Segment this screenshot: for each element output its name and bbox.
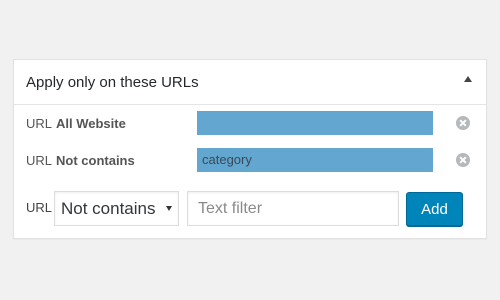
panel-header: Apply only on these URLs xyxy=(14,60,486,105)
condition-select-value: Not contains xyxy=(61,198,156,218)
panel-title: Apply only on these URLs xyxy=(26,73,199,91)
rule-value-field[interactable]: category xyxy=(197,148,433,172)
remove-rule-icon[interactable] xyxy=(456,116,470,130)
toggle-panel-icon[interactable] xyxy=(464,76,472,82)
rule-condition-label: Not contains xyxy=(56,152,135,168)
chevron-down-icon xyxy=(166,206,172,211)
condition-select[interactable]: Not contains xyxy=(54,191,179,226)
add-rule-row: URL Not contains Add xyxy=(14,191,486,227)
url-rules-panel: Apply only on these URLs URL All Website… xyxy=(13,59,487,239)
text-filter-input[interactable] xyxy=(187,191,399,226)
rule-condition-label: All Website xyxy=(56,115,126,131)
rule-row: URL All Website xyxy=(14,111,486,135)
add-button[interactable]: Add xyxy=(406,192,463,226)
remove-rule-icon[interactable] xyxy=(456,153,470,167)
rule-value-field[interactable] xyxy=(197,111,433,135)
rule-type-label: URL xyxy=(26,115,53,131)
rule-row: URL Not contains category xyxy=(14,148,486,172)
rule-type-label: URL xyxy=(26,152,53,168)
add-rule-type-label: URL xyxy=(26,200,53,215)
